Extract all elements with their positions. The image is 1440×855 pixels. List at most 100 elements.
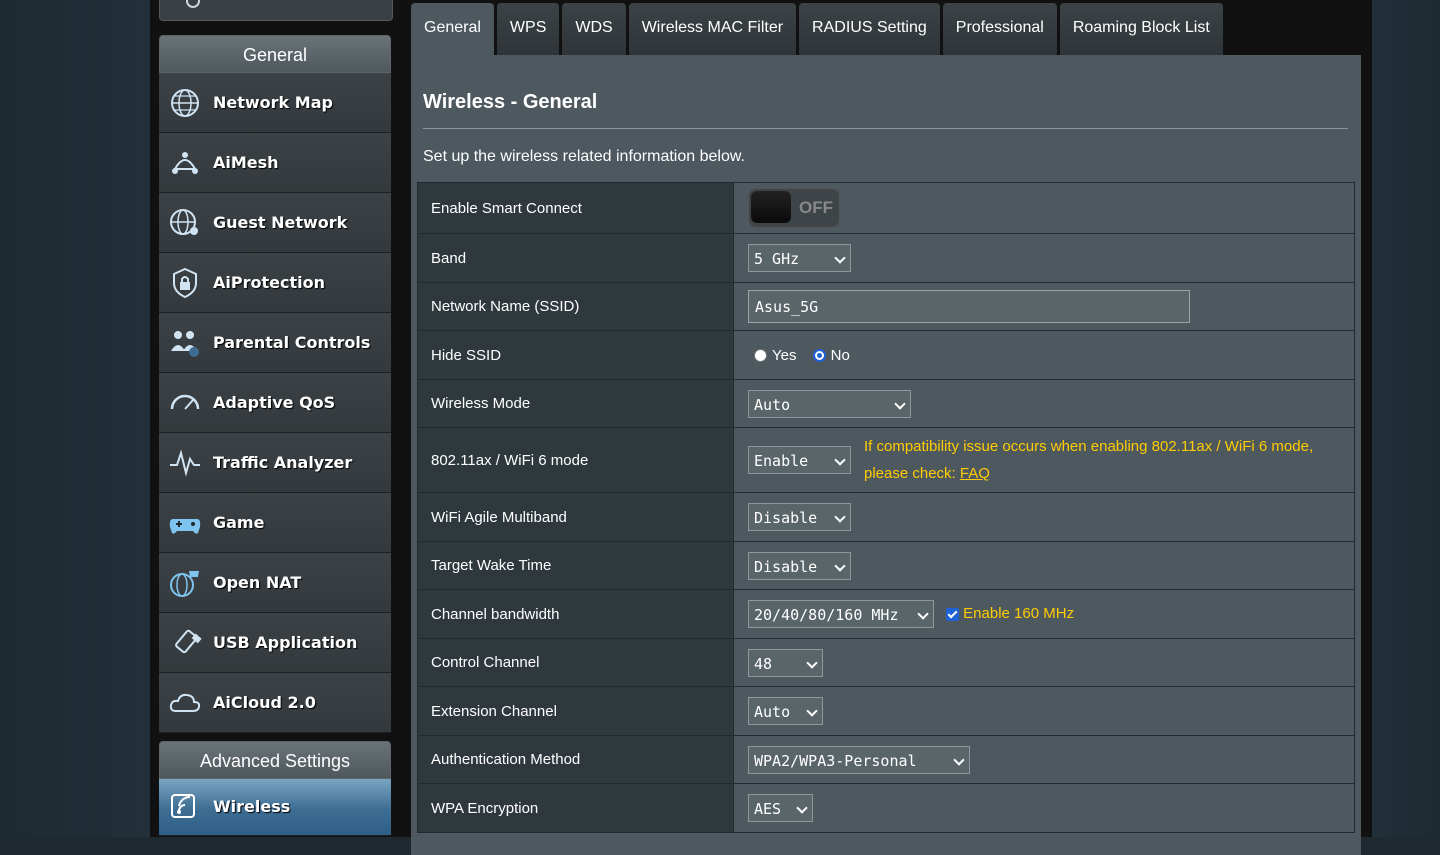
wifi6-note: If compatibility issue occurs when enabl…: [864, 433, 1313, 487]
row-target-wake-time: Target Wake Time Disable: [417, 541, 1355, 590]
gamepad-globe-icon: [165, 563, 205, 603]
sidebar-item-traffic-analyzer[interactable]: Traffic Analyzer: [159, 433, 391, 493]
sidebar-item-usb-application[interactable]: USB Application: [159, 613, 391, 673]
page-description: Set up the wireless related information …: [423, 148, 745, 165]
target-wake-time-select[interactable]: Disable: [748, 551, 851, 580]
band-select[interactable]: 5 GHz: [748, 244, 851, 272]
sidebar-item-aimesh[interactable]: AiMesh: [159, 133, 391, 193]
row-agile-multiband: WiFi Agile Multiband Disable: [417, 492, 1355, 542]
sidebar-item-label: Adaptive QoS: [213, 393, 336, 412]
sidebar-item-network-map[interactable]: Network Map: [159, 73, 391, 133]
field-label: Target Wake Time: [417, 541, 734, 590]
usb-icon: [165, 623, 205, 663]
field-label: 802.11ax / WiFi 6 mode: [417, 427, 734, 493]
field-label: Enable Smart Connect: [417, 182, 734, 234]
hide-ssid-no-radio[interactable]: [812, 349, 826, 363]
settings-table: Enable Smart Connect OFF Band 5 GHz Netw…: [417, 182, 1355, 833]
field-label: Control Channel: [417, 638, 734, 687]
row-smart-connect: Enable Smart Connect OFF: [417, 182, 1355, 234]
enable-160-option: Enable 160 MHz: [946, 605, 1074, 622]
auth-method-select[interactable]: WPA2/WPA3-Personal: [748, 745, 970, 774]
row-wpa-encryption: WPA Encryption AES: [417, 783, 1355, 833]
select-value: Auto: [754, 395, 791, 414]
chevron-down-icon: [834, 511, 846, 523]
chevron-down-icon: [834, 559, 846, 572]
chevron-down-icon: [806, 656, 818, 669]
field-label: Channel bandwidth: [417, 589, 734, 639]
row-extension-channel: Extension Channel Auto: [417, 686, 1355, 736]
tab-radius-setting[interactable]: RADIUS Setting: [799, 3, 940, 55]
tab-general[interactable]: General: [411, 3, 494, 55]
channel-bandwidth-select[interactable]: 20/40/80/160 MHz: [748, 600, 934, 628]
advanced-settings-section: Advanced Settings Wireless: [159, 741, 391, 836]
wireless-icon: [165, 785, 205, 825]
tab-wds[interactable]: WDS: [562, 3, 626, 55]
row-channel-bandwidth: Channel bandwidth 20/40/80/160 MHz Enabl…: [417, 589, 1355, 639]
sidebar-item-aiprotection[interactable]: AiProtection: [159, 253, 391, 313]
family-icon: [165, 323, 205, 363]
radio-label-yes: Yes: [772, 346, 797, 364]
field-label: Band: [417, 233, 734, 283]
guest-globe-icon: [165, 203, 205, 243]
select-value: Disable: [754, 509, 818, 527]
tab-wireless-mac-filter[interactable]: Wireless MAC Filter: [628, 3, 797, 55]
tab-professional[interactable]: Professional: [942, 3, 1057, 55]
select-value: AES: [754, 800, 782, 818]
control-channel-select[interactable]: 48: [748, 648, 823, 677]
sidebar-item-aicloud[interactable]: AiCloud 2.0: [159, 673, 391, 733]
pulse-icon: [165, 443, 205, 483]
tab-roaming-block-list[interactable]: Roaming Block List: [1059, 3, 1223, 55]
chevron-down-icon: [917, 608, 929, 620]
tab-wps[interactable]: WPS: [496, 3, 560, 55]
select-value: 5 GHz: [754, 250, 800, 268]
row-wifi6-mode: 802.11ax / WiFi 6 mode Enable If compati…: [417, 427, 1355, 493]
sidebar-item-open-nat[interactable]: Open NAT: [159, 553, 391, 613]
faq-link[interactable]: FAQ: [960, 465, 990, 482]
ssid-input[interactable]: Asus_5G: [748, 290, 1190, 323]
chevron-down-icon: [796, 802, 808, 814]
wifi6-note-line1: If compatibility issue occurs when enabl…: [864, 438, 1314, 455]
field-label: Network Name (SSID): [417, 282, 734, 331]
chevron-down-icon: [806, 705, 818, 717]
toggle-knob: [751, 191, 791, 223]
wireless-mode-select[interactable]: Auto: [748, 389, 911, 418]
select-value: WPA2/WPA3-Personal: [754, 751, 917, 770]
sidebar-item-guest-network[interactable]: Guest Network: [159, 193, 391, 253]
extension-channel-select[interactable]: Auto: [748, 697, 823, 725]
select-value: Enable: [754, 452, 809, 470]
sidebar-item-label: USB Application: [213, 633, 358, 652]
field-label: Authentication Method: [417, 735, 734, 784]
smart-connect-toggle[interactable]: OFF: [748, 188, 840, 228]
sidebar-item-label: Guest Network: [213, 213, 348, 232]
wpa-encryption-select[interactable]: AES: [748, 794, 813, 822]
content-panel: Wireless - General Set up the wireless r…: [411, 55, 1361, 855]
sidebar-item-game[interactable]: Game: [159, 493, 391, 553]
chevron-down-icon: [894, 397, 906, 410]
sidebar-item-label: Traffic Analyzer: [213, 453, 353, 472]
sidebar-item-adaptive-qos[interactable]: Adaptive QoS: [159, 373, 391, 433]
sidebar-item-wireless[interactable]: Wireless: [159, 779, 391, 836]
sidebar-item-label: Network Map: [213, 93, 333, 112]
sidebar-item-parental-controls[interactable]: Parental Controls: [159, 313, 391, 373]
hide-ssid-yes-radio[interactable]: [754, 349, 767, 363]
globe-icon: [165, 83, 205, 123]
chevron-down-icon: [834, 454, 846, 466]
sidebar-item-label: AiCloud 2.0: [213, 693, 316, 712]
chevron-down-icon: [953, 753, 965, 766]
sidebar-item-label: Game: [213, 513, 265, 532]
gamepad-icon: [165, 503, 205, 543]
wifi6-note-line2: please check:: [864, 465, 960, 482]
row-hide-ssid: Hide SSID Yes No: [417, 330, 1355, 380]
agile-multiband-select[interactable]: Disable: [748, 503, 851, 531]
sidebar-item-label: Wireless: [213, 797, 291, 816]
select-value: 20/40/80/160 MHz: [754, 606, 899, 624]
search-box[interactable]: [159, 0, 393, 21]
field-label: Wireless Mode: [417, 379, 734, 428]
wifi6-mode-select[interactable]: Enable: [748, 446, 851, 474]
row-ssid: Network Name (SSID) Asus_5G: [417, 282, 1355, 331]
field-label: WPA Encryption: [417, 783, 734, 833]
select-value: Auto: [754, 703, 791, 721]
sidebar: General Network Map AiMesh Guest Network…: [159, 35, 391, 733]
title-divider: [423, 128, 1348, 129]
enable-160-checkbox[interactable]: [946, 607, 960, 621]
